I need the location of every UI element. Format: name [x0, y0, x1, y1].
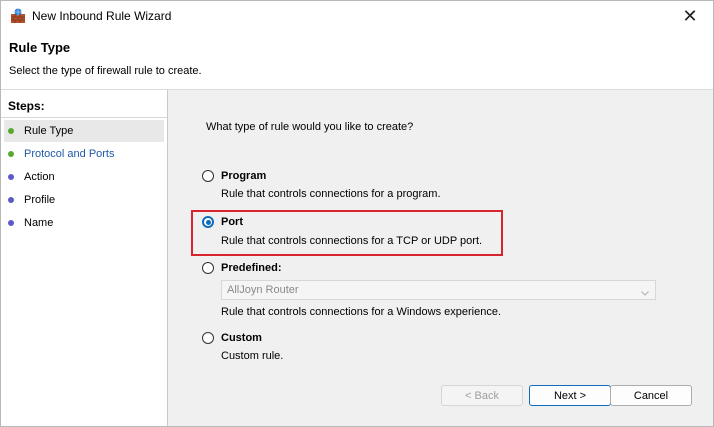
page-subtitle: Select the type of firewall rule to crea… [9, 65, 202, 77]
step-label: Protocol and Ports [24, 148, 115, 160]
step-label: Rule Type [24, 125, 74, 137]
option-custom[interactable]: Custom [202, 332, 262, 344]
step-rule-type[interactable]: Rule Type [4, 120, 164, 142]
title-bar[interactable]: New Inbound Rule Wizard ✕ [1, 1, 713, 32]
option-predefined[interactable]: Predefined: [202, 262, 282, 274]
firewall-app-icon [10, 8, 26, 24]
wizard-header: Rule Type Select the type of firewall ru… [1, 32, 713, 90]
predefined-description: Rule that controls connections for a Win… [221, 306, 502, 318]
program-label: Program [221, 170, 267, 182]
rule-type-question: What type of rule would you like to crea… [206, 121, 414, 133]
step-name[interactable]: Name [4, 212, 164, 234]
custom-radio[interactable] [202, 332, 214, 344]
custom-label: Custom [221, 332, 262, 344]
cancel-button[interactable]: Cancel [610, 385, 692, 406]
step-label: Profile [24, 194, 56, 206]
port-highlight-box [191, 210, 503, 256]
close-button[interactable]: ✕ [667, 1, 713, 32]
content-panel: What type of rule would you like to crea… [168, 90, 713, 426]
step-pending-icon [8, 220, 14, 226]
predefined-label: Predefined: [221, 262, 282, 274]
step-pending-icon [8, 197, 14, 203]
back-button[interactable]: < Back [441, 385, 523, 406]
step-profile[interactable]: Profile [4, 189, 164, 211]
predefined-select-value: AllJoyn Router [227, 284, 299, 296]
steps-divider [1, 117, 167, 118]
option-program[interactable]: Program [202, 170, 266, 182]
step-action[interactable]: Action [4, 166, 164, 188]
step-pending-icon [8, 174, 14, 180]
step-current-icon [8, 151, 14, 157]
program-radio[interactable] [202, 170, 214, 182]
step-protocol-and-ports[interactable]: Protocol and Ports [4, 143, 164, 165]
steps-panel: Steps: Rule Type Protocol and Ports Acti… [1, 90, 168, 426]
wizard-window: New Inbound Rule Wizard ✕ Rule Type Sele… [0, 0, 714, 427]
predefined-select[interactable]: AllJoyn Router [221, 280, 656, 300]
step-complete-icon [8, 128, 14, 134]
close-icon: ✕ [682, 6, 698, 26]
predefined-radio[interactable] [202, 262, 214, 274]
steps-heading: Steps: [8, 99, 45, 113]
chevron-down-icon [641, 286, 649, 296]
step-label: Name [24, 217, 54, 229]
custom-description: Custom rule. [221, 350, 284, 362]
page-title: Rule Type [9, 40, 71, 55]
step-label: Action [24, 171, 55, 183]
program-description: Rule that controls connections for a pro… [221, 188, 441, 200]
next-button[interactable]: Next > [529, 385, 611, 406]
window-title: New Inbound Rule Wizard [32, 9, 172, 23]
